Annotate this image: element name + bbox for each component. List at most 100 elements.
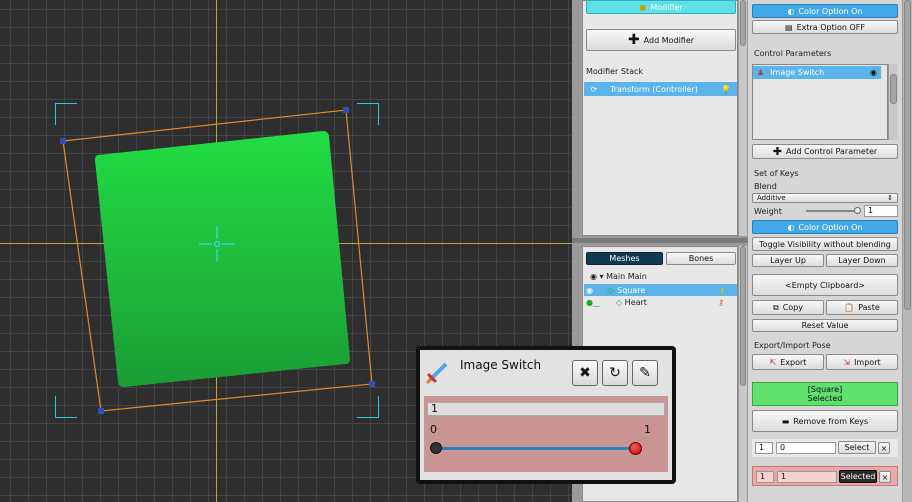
modifier-stack-label: Modifier Stack	[586, 67, 644, 76]
parameter-icon: ♟	[757, 68, 765, 77]
color-option-icon: ◐	[787, 6, 795, 16]
key-value-field[interactable]: 0	[776, 442, 836, 454]
param-list-scrollbar[interactable]	[888, 64, 898, 140]
import-button[interactable]: ⇲ Import	[826, 354, 898, 370]
layer-down-button[interactable]: Layer Down	[826, 254, 898, 267]
modifier-item-transform[interactable]: ⟳ Transform (Controller) 💡	[584, 82, 737, 96]
slider-thumb[interactable]	[629, 442, 642, 455]
parameter-popup: Image Switch ✖ ↻ ✎ 1 0 1	[416, 346, 676, 484]
layer-up-button[interactable]: Layer Up	[752, 254, 824, 267]
blend-dropdown[interactable]: Additive ⇕	[752, 193, 898, 203]
popup-title: Image Switch	[460, 358, 542, 372]
square-mesh[interactable]	[95, 131, 350, 387]
panel-divider[interactable]	[572, 238, 748, 243]
tab-bones[interactable]: Bones	[666, 252, 736, 265]
plus-icon: ✚	[627, 32, 640, 48]
slider-min-label: 0	[430, 423, 437, 436]
weight-label: Weight	[754, 207, 782, 216]
modifier-scrollbar[interactable]	[738, 0, 747, 236]
param-scroll-thumb[interactable]	[890, 74, 897, 104]
expand-arrow-icon[interactable]: ▾	[600, 272, 604, 281]
frame-handle-tr[interactable]	[343, 107, 349, 113]
pencil-icon: ✎	[639, 365, 651, 381]
import-icon: ⇲	[843, 357, 851, 367]
lightbulb-icon[interactable]: 💡	[721, 85, 731, 94]
sword-icon	[425, 362, 448, 385]
frame-handle-tl[interactable]	[60, 138, 66, 144]
key-index-field[interactable]: 1	[755, 442, 773, 454]
tree-item-square[interactable]: ◉ ◇ Square ⚷	[584, 284, 737, 296]
reset-icon: ↻	[609, 365, 621, 381]
hierarchy-scrollbar[interactable]	[738, 246, 747, 502]
bounds-corner-tl	[55, 103, 77, 125]
weight-input[interactable]: 1	[864, 205, 898, 217]
weight-slider[interactable]	[806, 210, 860, 212]
plus-icon: ✚	[772, 145, 783, 158]
add-control-param-button[interactable]: ✚ Add Control Parameter	[752, 144, 898, 159]
copy-icon: ⧉	[772, 302, 779, 312]
value-slider-track[interactable]	[436, 447, 636, 450]
weight-slider-thumb[interactable]	[854, 207, 861, 214]
extra-option-button[interactable]: ▤ Extra Option OFF	[752, 20, 898, 34]
remove-from-keys-button[interactable]: ▬ Remove from Keys	[752, 410, 898, 432]
hierarchy-scroll-thumb[interactable]	[740, 246, 746, 386]
reset-button[interactable]: ↻	[602, 360, 628, 386]
bounds-corner-bl	[55, 396, 77, 418]
tree-item-heart[interactable]: ●‿ ◇ Heart ⚷	[586, 298, 736, 307]
bounds-corner-br	[357, 396, 379, 418]
copy-button[interactable]: ⧉ Copy	[752, 300, 824, 315]
close-icon: ✖	[579, 365, 591, 381]
slider-max-label: 1	[644, 423, 651, 436]
edit-button[interactable]: ✎	[632, 360, 658, 386]
paste-icon: 📋	[844, 303, 855, 312]
remove-key-icon: ▬	[781, 416, 790, 426]
close-button[interactable]: ✖	[572, 360, 598, 386]
bulb-icon: ●	[639, 2, 647, 12]
animation-panel: ◐ Color Option On ▤ Extra Option OFF Con…	[748, 0, 912, 502]
transform-icon: ⟳	[590, 84, 598, 94]
key-row-0: 1 0 Select ×	[752, 439, 898, 457]
mesh-icon: ◇	[615, 298, 623, 307]
key-row-1: 1 1 Selected ×	[752, 466, 898, 486]
color-option-button[interactable]: ◐ Color Option On	[752, 4, 898, 18]
set-of-keys-label: Set of Keys	[754, 169, 799, 178]
slider-min-knob	[430, 442, 442, 454]
reset-value-button[interactable]: Reset Value	[752, 319, 898, 332]
key-selected-button[interactable]: Selected	[839, 470, 877, 483]
param-item-image-switch[interactable]: ♟ Image Switch ◉	[753, 66, 881, 79]
visibility-eye-icon[interactable]: ◉	[870, 68, 877, 77]
visibility-eye-icon[interactable]: ◉	[586, 286, 593, 295]
popup-value-area: 1 0 1	[424, 396, 668, 472]
export-import-label: Export/Import Pose	[754, 341, 831, 350]
clipboard-display: <Empty Clipboard>	[752, 274, 898, 296]
export-button[interactable]: ⇱ Export	[752, 354, 824, 370]
key-icon[interactable]: ⚷	[719, 286, 725, 295]
right-panel-scroll-thumb[interactable]	[904, 0, 911, 310]
frame-handle-bl[interactable]	[98, 408, 104, 414]
control-parameters-label: Control Parameters	[754, 49, 832, 58]
modifier-scroll-thumb[interactable]	[740, 0, 746, 46]
selected-status-box: [Square] Selected	[752, 382, 898, 406]
key-select-button[interactable]: Select	[838, 441, 876, 454]
color-option-button-2[interactable]: ◐ Color Option On	[752, 220, 898, 234]
paste-button[interactable]: 📋 Paste	[826, 300, 898, 315]
visibility-off-icon[interactable]: ●‿	[586, 298, 599, 307]
frame-handle-br[interactable]	[369, 381, 375, 387]
key-remove-button[interactable]: ×	[879, 471, 891, 483]
value-field[interactable]: 1	[427, 402, 665, 416]
add-modifier-button[interactable]: ✚ Add Modifier	[586, 29, 736, 51]
mesh-icon: ◇	[606, 285, 614, 295]
toggle-visibility-button[interactable]: Toggle Visibility without blending	[752, 237, 898, 251]
key-remove-button[interactable]: ×	[878, 442, 890, 454]
tab-meshes[interactable]: Meshes	[586, 252, 663, 265]
bounds-corner-tr	[357, 103, 379, 125]
right-panel-scrollbar[interactable]	[902, 0, 912, 502]
color-option-icon: ◐	[787, 222, 795, 232]
key-index-field[interactable]: 1	[756, 471, 774, 483]
eye-settings-icon[interactable]: ◉	[590, 272, 597, 281]
tree-root[interactable]: ◉ ▾ Main Main	[590, 272, 647, 281]
popup-body: Image Switch ✖ ↻ ✎ 1 0 1	[420, 350, 672, 480]
key-icon[interactable]: ⚷	[718, 298, 724, 307]
key-value-field[interactable]: 1	[777, 471, 837, 483]
modifier-tab-button[interactable]: ● Modifier	[586, 0, 736, 14]
